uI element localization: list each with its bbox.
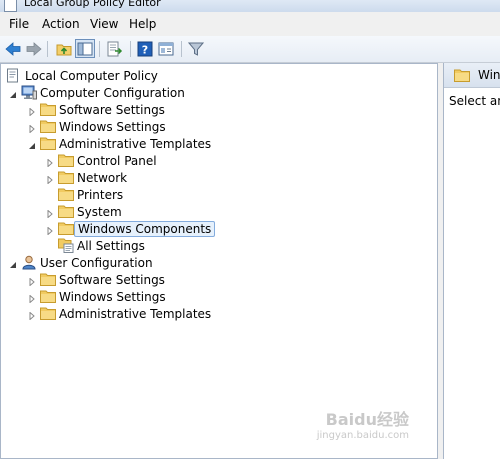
tree-label: Administrative Templates xyxy=(59,137,212,151)
expand-triangle-icon[interactable] xyxy=(28,276,36,287)
folder-icon xyxy=(58,170,74,185)
folder-icon xyxy=(40,102,56,117)
expand-triangle-icon[interactable] xyxy=(46,225,54,236)
filter-icon[interactable] xyxy=(188,41,204,57)
tree-label: User Configuration xyxy=(40,256,153,270)
computer-icon xyxy=(21,85,37,100)
expand-triangle-icon[interactable] xyxy=(28,123,36,134)
tree-label: Local Computer Policy xyxy=(25,69,158,83)
tree-label: Windows Components xyxy=(74,221,216,237)
menu-view[interactable]: View xyxy=(90,17,118,31)
show-hide-tree-icon[interactable] xyxy=(75,39,95,58)
user-icon xyxy=(21,255,37,270)
expand-triangle-icon[interactable] xyxy=(28,310,36,321)
back-arrow-icon[interactable] xyxy=(5,41,21,57)
tree-node-network[interactable]: Network xyxy=(46,170,246,187)
title-bar: Local Group Policy Editor xyxy=(0,0,500,12)
details-hint: Select an item to view its description. xyxy=(449,94,500,108)
export-list-icon[interactable] xyxy=(107,41,123,57)
tree-label: Software Settings xyxy=(59,273,165,287)
expand-triangle-icon[interactable] xyxy=(28,293,36,304)
tree-node-user-administrative-templates[interactable]: Administrative Templates xyxy=(28,306,248,323)
folder-icon xyxy=(40,306,56,321)
tree-node-local-computer-policy[interactable]: Local Computer Policy xyxy=(4,68,204,85)
toolbar-separator xyxy=(47,41,48,57)
watermark-url: jingyan.baidu.com xyxy=(316,430,409,441)
forward-arrow-icon[interactable] xyxy=(26,41,42,57)
folder-icon xyxy=(58,153,74,168)
tree-node-printers[interactable]: Printers xyxy=(46,187,246,204)
policy-document-icon xyxy=(6,68,22,83)
toolbar-separator xyxy=(130,41,131,57)
tree-label: Windows Settings xyxy=(59,290,166,304)
tree-node-user-configuration[interactable]: User Configuration xyxy=(9,255,229,272)
tree-node-system[interactable]: System xyxy=(46,204,246,221)
folder-icon xyxy=(58,221,74,236)
folder-icon xyxy=(40,272,56,287)
window-title: Local Group Policy Editor xyxy=(24,0,161,9)
tree-node-all-settings[interactable]: All Settings xyxy=(46,238,246,255)
tree-label: Computer Configuration xyxy=(40,86,185,100)
folder-icon xyxy=(454,68,470,86)
menu-action[interactable]: Action xyxy=(42,17,80,31)
collapse-triangle-icon[interactable] xyxy=(9,259,17,268)
toolbar-separator xyxy=(99,41,100,57)
folder-icon xyxy=(40,289,56,304)
tree-node-control-panel[interactable]: Control Panel xyxy=(46,153,246,170)
tree-label: System xyxy=(77,205,122,219)
tree-label: Administrative Templates xyxy=(59,307,212,321)
expand-triangle-icon[interactable] xyxy=(28,106,36,117)
expand-triangle-icon[interactable] xyxy=(46,208,54,219)
tree-label: Printers xyxy=(77,188,124,202)
tree-label: Network xyxy=(77,171,128,185)
details-pane[interactable]: Windows Components Select an item to vie… xyxy=(443,63,500,459)
tree-node-windows-components[interactable]: Windows Components xyxy=(46,221,246,238)
collapse-triangle-icon[interactable] xyxy=(28,140,36,149)
tree-node-user-windows-settings[interactable]: Windows Settings xyxy=(28,289,228,306)
folder-icon xyxy=(58,187,74,202)
expand-triangle-icon[interactable] xyxy=(46,157,54,168)
tree-node-windows-settings[interactable]: Windows Settings xyxy=(28,119,228,136)
help-icon[interactable]: ? xyxy=(137,41,153,57)
tree-label: Windows Settings xyxy=(59,120,166,134)
watermark-brand: Baidu经验 xyxy=(325,410,409,429)
tree-label: Software Settings xyxy=(59,103,165,117)
tree-pane[interactable]: Local Computer Policy Computer Configura… xyxy=(0,63,438,459)
policy-editor-icon xyxy=(4,0,17,12)
tree-node-computer-configuration[interactable]: Computer Configuration xyxy=(9,85,229,102)
toolbar-separator xyxy=(181,41,182,57)
details-title: Windows Components xyxy=(478,68,500,82)
menu-bar: File Action View Help xyxy=(0,12,500,37)
expand-triangle-icon[interactable] xyxy=(46,174,54,185)
menu-file[interactable]: File xyxy=(9,17,29,31)
tree-label: All Settings xyxy=(77,239,145,253)
tree-node-software-settings[interactable]: Software Settings xyxy=(28,102,228,119)
svg-text:?: ? xyxy=(142,44,148,57)
collapse-triangle-icon[interactable] xyxy=(9,89,17,98)
tree-node-user-software-settings[interactable]: Software Settings xyxy=(28,272,228,289)
folder-icon xyxy=(58,204,74,219)
toolbar: ? xyxy=(0,36,500,63)
all-settings-icon xyxy=(58,238,74,253)
up-folder-icon[interactable] xyxy=(56,41,72,57)
tree-label: Control Panel xyxy=(77,154,157,168)
folder-icon xyxy=(40,119,56,134)
details-header: Windows Components xyxy=(444,63,500,88)
watermark: Baidu经验 jingyan.baidu.com xyxy=(317,412,409,444)
menu-help[interactable]: Help xyxy=(129,17,156,31)
tree-node-administrative-templates[interactable]: Administrative Templates xyxy=(28,136,248,153)
properties-icon[interactable] xyxy=(158,41,174,57)
folder-icon xyxy=(40,136,56,151)
